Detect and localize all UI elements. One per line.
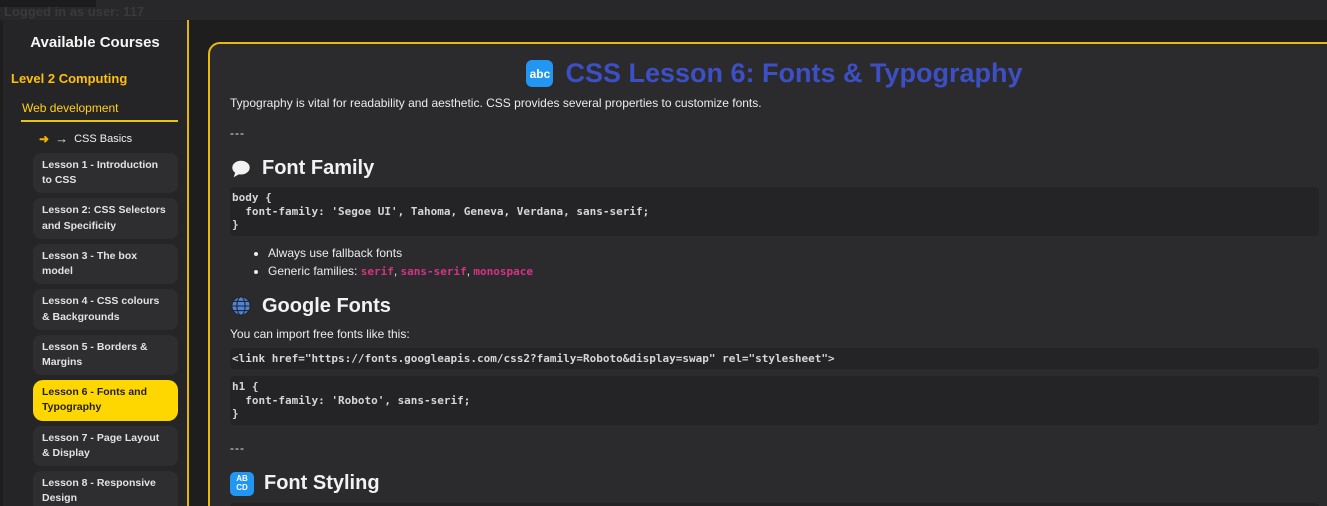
- courses-sidebar: Available Courses Level 2 Computing Web …: [3, 20, 189, 506]
- note-fallback-fonts: Always use fallback fonts: [268, 246, 1319, 260]
- code-block-body-font-family: body { font-family: 'Segoe UI', Tahoma, …: [230, 187, 1319, 236]
- code-block-link-import: <link href="https://fonts.googleapis.com…: [230, 347, 1319, 369]
- globe-icon: [231, 296, 251, 316]
- arrow-right-icon: ➜: [39, 131, 50, 146]
- inline-code-serif: serif: [360, 264, 394, 278]
- code-block-h1-roboto: h1 { font-family: 'Roboto', sans-serif; …: [230, 376, 1319, 425]
- abc-input-letters-icon: abc: [526, 60, 554, 87]
- lesson-item-6-active[interactable]: Lesson 6 - Fonts and Typography: [33, 380, 178, 421]
- section-divider: [21, 120, 178, 122]
- sidebar-item-css-basics[interactable]: ➜ → CSS Basics: [3, 131, 187, 146]
- lesson-item-8[interactable]: Lesson 8 - Responsive Design: [33, 471, 178, 506]
- sidebar-title: Available Courses: [30, 34, 160, 51]
- font-styling-heading: AB CD Font Styling: [230, 471, 1319, 496]
- abcd-input-capitals-icon: AB CD: [230, 471, 254, 496]
- google-fonts-intro: You can import free fonts like this:: [230, 326, 410, 341]
- speech-bubble-icon: [232, 160, 250, 177]
- code-block-p-styling: p { font-size: 18px; font-style: italic;…: [230, 502, 1319, 506]
- note-generic-families: Generic families: serif, sans-serif, mon…: [268, 264, 1319, 278]
- scrollbar-artifact: [0, 0, 96, 7]
- lesson-content-panel: abc CSS Lesson 6: Fonts & Typography Typ…: [208, 42, 1327, 506]
- markdown-divider: ---: [230, 126, 245, 140]
- page-title-text: CSS Lesson 6: Fonts & Typography: [565, 58, 1023, 88]
- lesson-intro: Typography is vital for readability and …: [230, 96, 762, 110]
- page-title: abc CSS Lesson 6: Fonts & Typography: [230, 58, 1319, 89]
- topic-label: CSS Basics: [74, 132, 133, 145]
- inline-code-monospace: monospace: [473, 264, 534, 278]
- font-family-notes: Always use fallback fonts Generic famili…: [268, 246, 1319, 278]
- markdown-divider: ---: [230, 440, 245, 455]
- course-title: Level 2 Computing: [11, 71, 128, 86]
- lesson-list: Lesson 1 - Introduction to CSS Lesson 2:…: [33, 153, 178, 506]
- lesson-item-7[interactable]: Lesson 7 - Page Layout & Display: [33, 425, 178, 467]
- lesson-item-2[interactable]: Lesson 2: CSS Selectors and Specificity: [33, 198, 178, 239]
- google-fonts-heading-text: Google Fonts: [262, 294, 391, 317]
- lesson-item-1[interactable]: Lesson 1 - Introduction to CSS: [33, 153, 178, 194]
- section-title-web-development[interactable]: Web development: [3, 101, 187, 115]
- arrow-right-icon: →: [55, 131, 69, 146]
- lesson-item-3[interactable]: Lesson 3 - The box model: [33, 243, 178, 285]
- font-family-heading-text: Font Family: [262, 157, 375, 179]
- top-bar: Logged in as user: 117: [0, 0, 1327, 20]
- inline-code-sans-serif: sans-serif: [400, 264, 467, 278]
- font-family-heading: Font Family: [230, 157, 1319, 180]
- lesson-item-4[interactable]: Lesson 4 - CSS colours & Backgrounds: [33, 289, 178, 330]
- google-fonts-heading: Google Fonts: [230, 295, 1319, 318]
- lesson-item-5[interactable]: Lesson 5 - Borders & Margins: [33, 334, 178, 376]
- font-styling-heading-text: Font Styling: [264, 472, 380, 494]
